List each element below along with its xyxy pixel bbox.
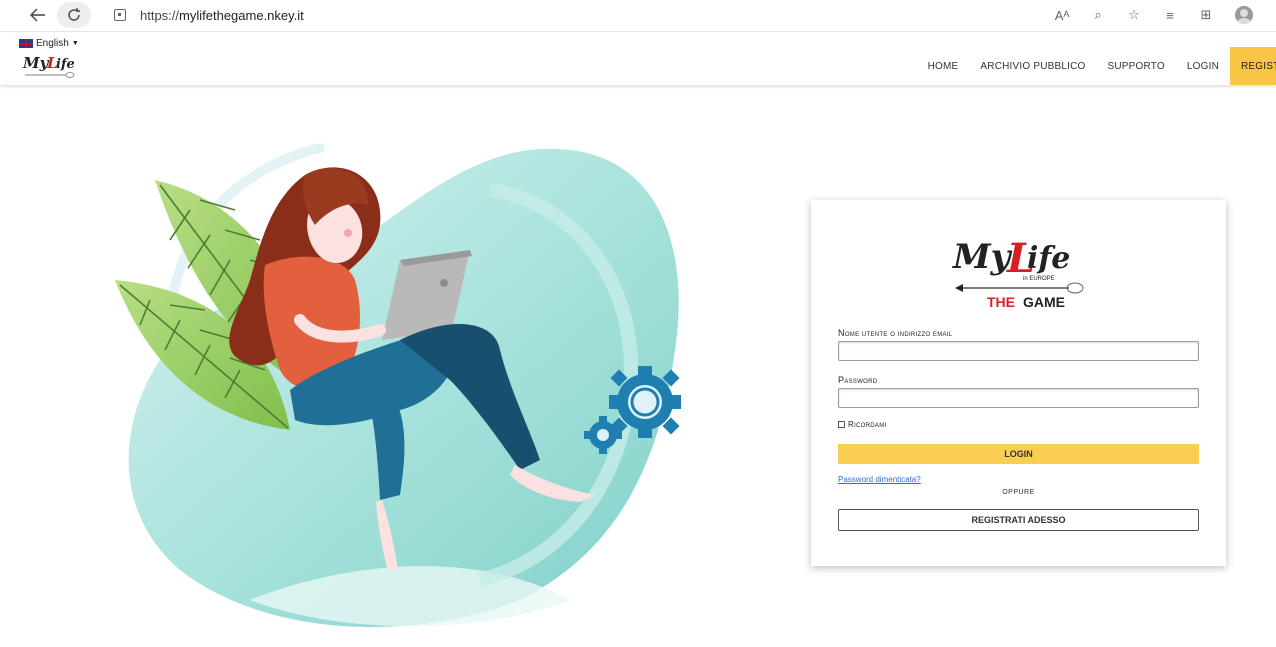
language-selector[interactable]: English ▼	[19, 38, 79, 49]
or-separator: OPPURE	[1002, 489, 1035, 496]
svg-text:ife: ife	[1027, 241, 1070, 276]
favorites-list-icon[interactable]: ≡	[1152, 3, 1188, 27]
username-label: Nome utente o indirizzo email	[838, 328, 953, 338]
collections-icon[interactable]: ⊞	[1188, 3, 1224, 27]
browser-toolbar: https://mylifethegame.nkey.it Aᴬ ⌕ ☆ ≡ ⊞	[0, 0, 1276, 32]
register-button[interactable]: REGISTRATI ADESSO	[838, 509, 1199, 531]
forgot-password-link[interactable]: Password dimenticata?	[838, 475, 921, 484]
caret-down-icon: ▼	[71, 40, 79, 47]
remember-me[interactable]: Ricordami	[838, 420, 886, 429]
remember-label: Ricordami	[848, 420, 887, 429]
site-header: English ▼ My L ife HOME ARCHIVIO PUBBLIC…	[0, 33, 1276, 85]
address-bar[interactable]: https://mylifethegame.nkey.it	[100, 2, 1060, 28]
avatar	[1235, 6, 1253, 24]
read-aloud-icon[interactable]: Aᴬ	[1044, 3, 1080, 27]
woman-with-laptop-illustration	[115, 143, 681, 628]
logo-tagline: in EUROPE	[1023, 276, 1055, 282]
profile-button[interactable]	[1224, 3, 1260, 27]
svg-text:GAME: GAME	[1023, 294, 1065, 310]
mylife-logo-small: My L ife	[22, 54, 75, 78]
svg-text:My: My	[952, 237, 1013, 277]
arrow-left-icon	[30, 8, 45, 22]
url-host: mylifethegame.nkey.it	[179, 7, 304, 23]
login-card: My L ife in EUROPE THE GAME Nome utente …	[811, 200, 1226, 566]
zoom-icon[interactable]: ⌕	[1080, 3, 1116, 27]
remember-checkbox[interactable]	[838, 421, 845, 428]
nav-public-archive[interactable]: ARCHIVIO PUBBLICO	[969, 47, 1096, 85]
password-label: Password	[838, 375, 878, 385]
username-input[interactable]	[838, 341, 1199, 361]
large-gear-icon	[609, 366, 681, 438]
svg-text:THE: THE	[987, 294, 1015, 310]
nav-login[interactable]: LOGIN	[1176, 47, 1230, 85]
login-button[interactable]: LOGIN	[838, 444, 1199, 464]
svg-text:My: My	[22, 54, 50, 72]
favorite-icon[interactable]: ☆	[1116, 3, 1152, 27]
hero-illustration	[100, 130, 700, 645]
page-info-icon[interactable]	[114, 9, 126, 21]
svg-text:ife: ife	[56, 57, 75, 72]
language-label: English	[36, 38, 69, 49]
nav-register[interactable]: REGISTRATI	[1230, 47, 1276, 85]
nav-home[interactable]: HOME	[917, 47, 970, 85]
mylife-the-game-logo: My L ife in EUROPE THE GAME	[952, 235, 1084, 310]
password-input[interactable]	[838, 388, 1199, 408]
site-logo[interactable]: My L ife	[22, 51, 78, 86]
url-scheme: https://	[140, 7, 180, 23]
reload-icon	[68, 8, 80, 21]
main-nav: HOME ARCHIVIO PUBBLICO SUPPORTO LOGIN RE…	[917, 47, 1276, 85]
back-button[interactable]	[24, 2, 52, 28]
nav-support[interactable]: SUPPORTO	[1097, 47, 1176, 85]
browser-tools: Aᴬ ⌕ ☆ ≡ ⊞	[1044, 3, 1260, 27]
mylife-logo: My L ife in EUROPE THE GAME	[951, 228, 1091, 315]
uk-flag-icon	[19, 39, 33, 48]
url-text: https://mylifethegame.nkey.it	[140, 8, 304, 23]
reload-button[interactable]	[57, 2, 91, 28]
